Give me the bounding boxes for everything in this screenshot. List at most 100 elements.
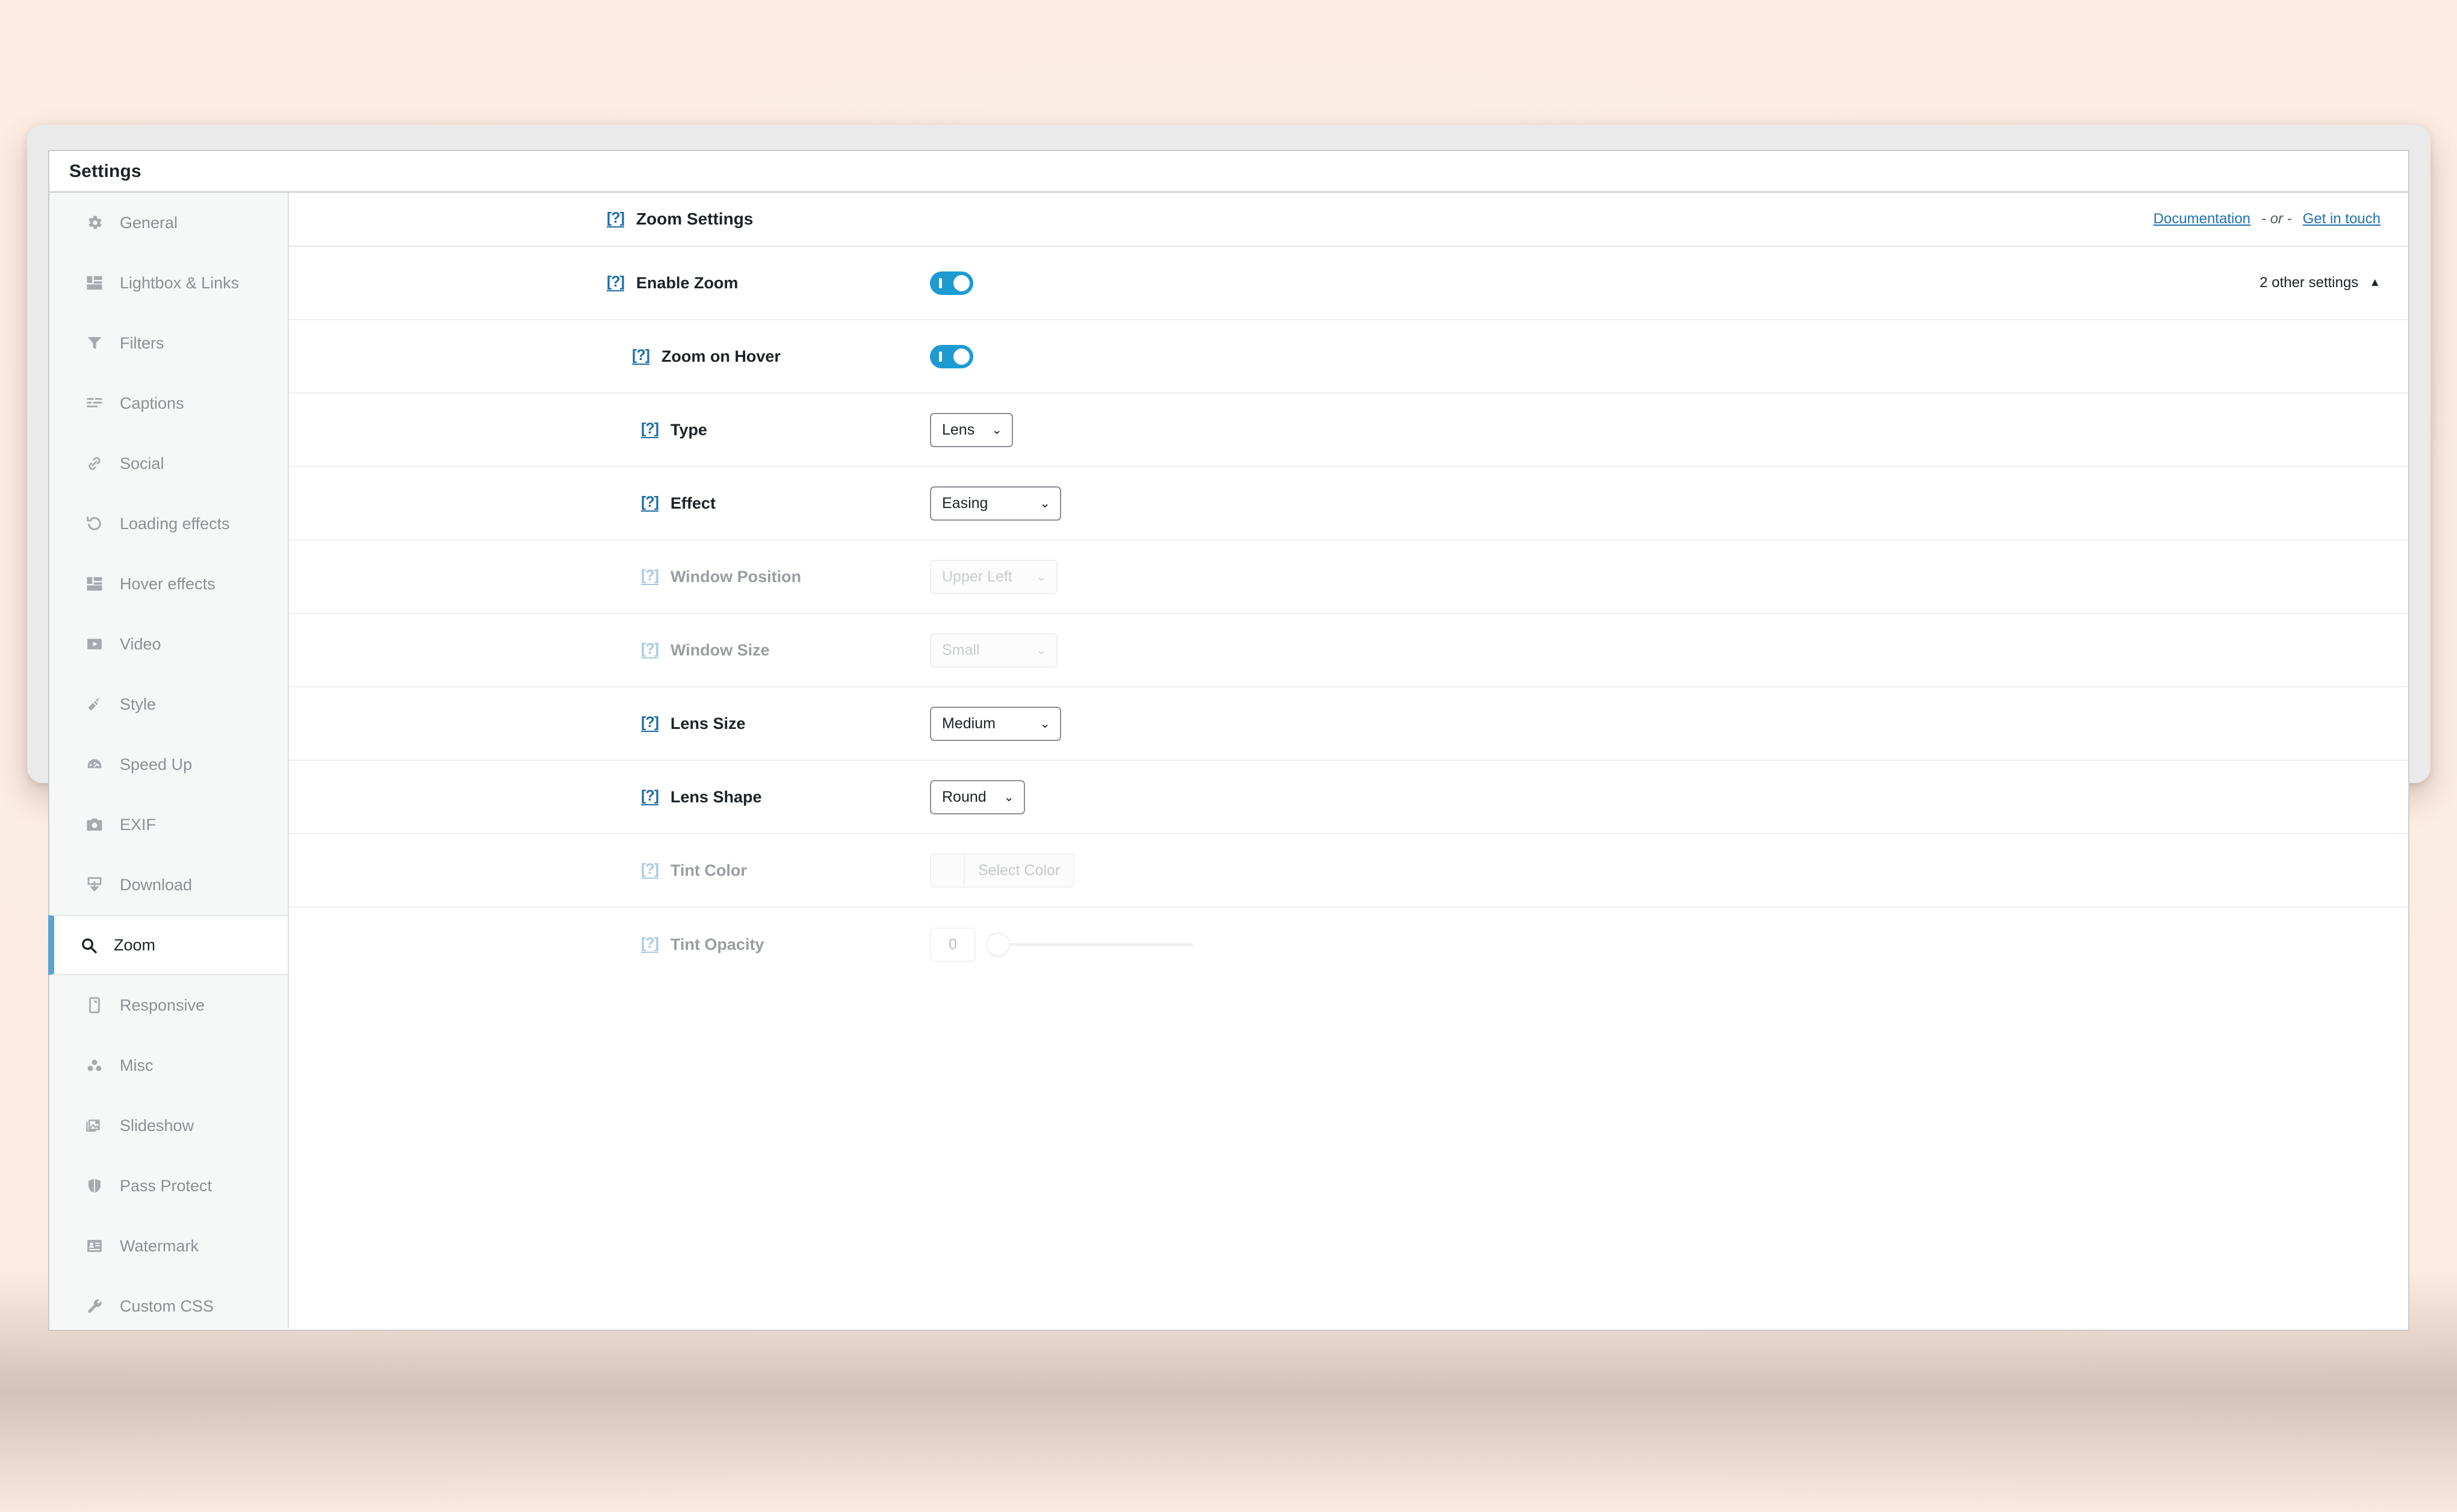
window-size-control: Small ⌄ — [930, 633, 1058, 668]
sidebar-item-label: Filters — [120, 333, 164, 352]
sidebar-item-watermark[interactable]: Watermark — [49, 1216, 288, 1276]
settings-content: [?] Zoom Settings Documentation - or - G… — [289, 193, 2408, 1328]
row-label: Enable Zoom — [636, 273, 739, 292]
sidebar: General Lightbox & Links Filters Caption… — [48, 193, 289, 1328]
toggle-knob — [953, 274, 970, 291]
tint-opacity-slider — [986, 932, 1194, 956]
enable-zoom-control — [930, 271, 973, 295]
tint-color-picker: Select Color — [930, 853, 1075, 888]
sidebar-item-label: Social — [120, 454, 164, 472]
effect-control: Easing ⌄ — [930, 486, 1061, 521]
sidebar-item-filters[interactable]: Filters — [49, 313, 288, 373]
chevron-down-icon: ⌄ — [1036, 569, 1047, 584]
help-icon[interactable]: [?] — [641, 495, 659, 512]
toggle-on-bar — [939, 351, 942, 362]
sidebar-item-label: Download — [120, 875, 193, 894]
help-icon[interactable]: [?] — [607, 211, 625, 228]
help-icon[interactable]: [?] — [641, 421, 659, 438]
sidebar-item-slideshow[interactable]: Slideshow — [49, 1095, 288, 1156]
panel-body: General Lightbox & Links Filters Caption… — [48, 193, 2408, 1328]
help-icon[interactable]: [?] — [607, 274, 625, 291]
dots-icon — [81, 1056, 108, 1074]
row-label: Zoom on Hover — [661, 347, 781, 365]
sidebar-item-lightbox-links[interactable]: Lightbox & Links — [49, 253, 288, 313]
documentation-link[interactable]: Documentation — [2153, 211, 2250, 228]
row-lens-shape: [?] Lens Shape Round ⌄ — [289, 761, 2408, 834]
chevron-down-icon: ⌄ — [1036, 643, 1047, 657]
panel-header: Settings — [49, 151, 2408, 193]
effect-select[interactable]: Easing ⌄ — [930, 486, 1061, 521]
lens-size-select[interactable]: Medium ⌄ — [930, 706, 1061, 741]
sidebar-item-label: Zoom — [114, 935, 156, 954]
other-settings-toggle[interactable]: 2 other settings ▲ — [2260, 274, 2381, 291]
link-icon — [81, 454, 108, 472]
sidebar-item-label: Loading effects — [120, 514, 230, 533]
zoom-on-hover-label-group: [?] Zoom on Hover — [289, 347, 781, 366]
help-icon[interactable]: [?] — [641, 642, 659, 658]
window-position-select: Upper Left ⌄ — [930, 559, 1058, 594]
zoom-on-hover-toggle[interactable] — [930, 344, 973, 368]
sidebar-item-custom-css[interactable]: Custom CSS — [49, 1276, 288, 1336]
get-in-touch-link[interactable]: Get in touch — [2303, 211, 2381, 228]
header-links: Documentation - or - Get in touch — [2153, 211, 2381, 228]
tint-opacity-label-group: [?] Tint Opacity — [289, 935, 764, 954]
type-control: Lens ⌄ — [930, 412, 1013, 447]
sidebar-item-download[interactable]: Download — [49, 855, 288, 915]
chevron-up-icon: ▲ — [2369, 276, 2381, 289]
slider-thumb — [986, 932, 1010, 956]
tint-opacity-slider-group: 0 — [930, 927, 1194, 962]
window-position-select-value: Upper Left — [942, 568, 1012, 585]
zoom-settings-header-label-group: [?] Zoom Settings — [289, 209, 753, 229]
download-icon — [81, 876, 108, 894]
help-icon[interactable]: [?] — [632, 348, 650, 365]
sidebar-item-video[interactable]: Video — [49, 614, 288, 674]
sidebar-item-hover-effects[interactable]: Hover effects — [49, 554, 288, 614]
brush-icon — [81, 695, 108, 713]
sidebar-item-social[interactable]: Social — [49, 433, 288, 494]
help-icon[interactable]: [?] — [641, 936, 659, 953]
sidebar-item-loading-effects[interactable]: Loading effects — [49, 494, 288, 554]
sidebar-item-general[interactable]: General — [49, 193, 288, 253]
sidebar-item-speed-up[interactable]: Speed Up — [49, 734, 288, 795]
page-title: Settings — [69, 161, 141, 181]
row-label: Tint Opacity — [670, 935, 764, 953]
enable-zoom-label-group: [?] Enable Zoom — [289, 274, 738, 293]
sidebar-item-misc[interactable]: Misc — [49, 1035, 288, 1095]
type-label-group: [?] Type — [289, 421, 707, 439]
toggle-on-bar — [939, 277, 942, 288]
help-icon[interactable]: [?] — [641, 715, 659, 732]
chevron-down-icon: ⌄ — [1003, 790, 1014, 804]
help-icon[interactable]: [?] — [641, 862, 659, 879]
sidebar-item-label: General — [120, 213, 178, 232]
row-label: Tint Color — [670, 861, 747, 879]
row-label: Window Position — [670, 567, 802, 586]
sidebar-item-label: Captions — [120, 394, 184, 412]
sidebar-item-exif[interactable]: EXIF — [49, 795, 288, 855]
sidebar-item-zoom[interactable]: Zoom — [48, 915, 288, 975]
row-tint-color: [?] Tint Color Select Color — [289, 834, 2408, 908]
help-icon[interactable]: [?] — [641, 789, 659, 805]
sidebar-item-label: EXIF — [120, 815, 156, 834]
row-effect: [?] Effect Easing ⌄ — [289, 467, 2408, 541]
images-icon — [81, 1117, 108, 1135]
sidebar-item-label: Video — [120, 634, 161, 653]
sidebar-item-style[interactable]: Style — [49, 674, 288, 734]
text-lines-icon — [81, 394, 108, 412]
row-tint-opacity: [?] Tint Opacity 0 — [289, 908, 2408, 981]
lens-shape-select[interactable]: Round ⌄ — [930, 779, 1025, 814]
search-icon — [75, 936, 102, 955]
help-icon[interactable]: [?] — [641, 568, 659, 585]
sidebar-item-responsive[interactable]: Responsive — [49, 975, 288, 1035]
sidebar-item-pass-protect[interactable]: Pass Protect — [49, 1156, 288, 1216]
type-select[interactable]: Lens ⌄ — [930, 412, 1013, 447]
row-lens-size: [?] Lens Size Medium ⌄ — [289, 687, 2408, 761]
enable-zoom-toggle[interactable] — [930, 271, 973, 295]
sidebar-item-label: Speed Up — [120, 755, 193, 773]
sidebar-item-captions[interactable]: Captions — [49, 373, 288, 433]
row-enable-zoom: [?] Enable Zoom 2 other settings ▲ — [289, 247, 2408, 320]
id-card-icon — [81, 1237, 108, 1255]
type-select-value: Lens — [942, 421, 975, 438]
row-label: Type — [670, 420, 707, 439]
layout-icon — [81, 274, 108, 292]
chevron-down-icon: ⌄ — [1040, 716, 1050, 731]
